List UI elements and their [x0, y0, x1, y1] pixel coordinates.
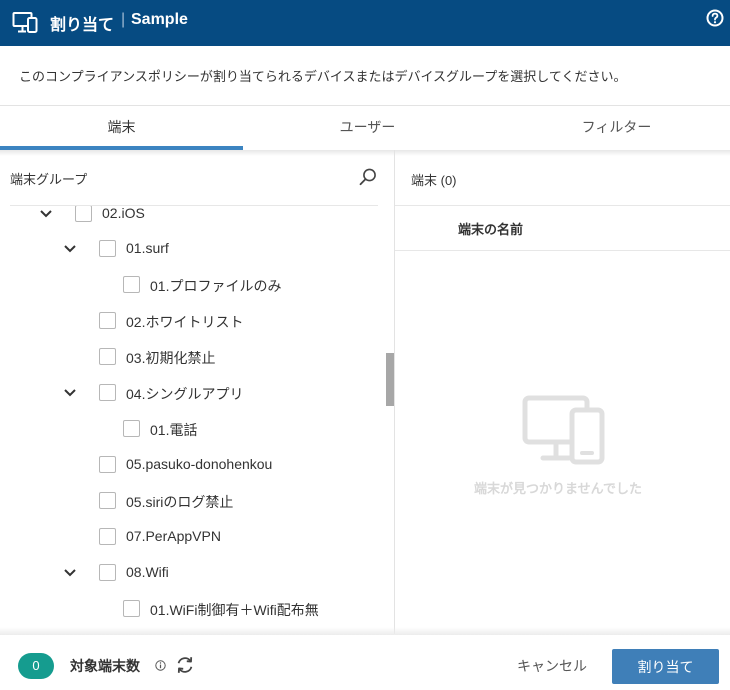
tab-devices[interactable]: 端末 — [0, 106, 243, 150]
tree-scrollbar[interactable] — [386, 353, 394, 406]
help-icon[interactable] — [706, 9, 724, 27]
chevron-down-icon[interactable] — [64, 245, 76, 253]
dialog-header: 割り当て | Sample — [0, 0, 730, 46]
policy-name: Sample — [131, 11, 188, 28]
device-group-title: 端末グループ — [10, 172, 88, 187]
divider — [395, 205, 730, 206]
monitor-icon — [12, 12, 38, 33]
tab-users[interactable]: ユーザー — [246, 106, 489, 150]
tree-checkbox[interactable] — [99, 492, 116, 509]
title-separator: | — [121, 11, 126, 28]
tree-checkbox[interactable] — [99, 384, 116, 401]
tree-item-label: 02.iOS — [102, 206, 145, 221]
tree-checkbox[interactable] — [99, 240, 116, 257]
dialog-title: 割り当て — [50, 17, 115, 34]
tree-item-label: 04.シングルアプリ — [126, 386, 244, 402]
info-icon[interactable] — [155, 660, 166, 671]
assign-button[interactable]: 割り当て — [612, 649, 719, 684]
tree-item-label: 07.PerAppVPN — [126, 528, 221, 544]
tree-checkbox[interactable] — [99, 528, 116, 545]
tree-checkbox[interactable] — [99, 564, 116, 581]
tree-checkbox[interactable] — [123, 276, 140, 293]
tree-item-label: 01.プロファイルのみ — [150, 278, 282, 294]
dialog-description: このコンプライアンスポリシーが割り当てられるデバイスまたはデバイスグループを選択… — [19, 69, 627, 84]
panel-divider — [394, 150, 395, 634]
chevron-down-icon[interactable] — [64, 569, 76, 577]
tree-checkbox[interactable] — [99, 348, 116, 365]
target-count-badge: 0 — [18, 653, 54, 679]
search-icon[interactable] — [358, 167, 378, 187]
tree-item-label: 01.surf — [126, 240, 169, 256]
refresh-icon[interactable] — [175, 655, 195, 675]
devices-empty-icon — [522, 395, 605, 465]
device-group-tree: 02.iOS 01.surf 01.プロファイルのみ 02.ホワイトリスト 03… — [0, 206, 380, 634]
tab-filters[interactable]: フィルター — [495, 106, 730, 150]
tree-item-label: 08.Wifi — [126, 564, 169, 580]
tree-checkbox[interactable] — [123, 600, 140, 617]
device-list-title: 端末 (0) — [411, 173, 457, 188]
device-name-column-header[interactable]: 端末の名前 — [458, 219, 523, 238]
empty-state-text: 端末が見つかりませんでした — [474, 481, 642, 496]
tree-item-label: 01.WiFi制御有＋Wifi配布無 — [150, 602, 319, 618]
tree-checkbox[interactable] — [99, 312, 116, 329]
tree-item-label: 02.ホワイトリスト — [126, 314, 244, 330]
chevron-down-icon[interactable] — [40, 210, 52, 218]
tab-bar: 端末 ユーザー フィルター — [0, 106, 730, 150]
tree-item-label: 03.初期化禁止 — [126, 350, 216, 366]
tree-item-label: 05.siriのログ禁止 — [126, 494, 234, 510]
footer-shadow — [0, 627, 730, 635]
tree-item-label: 05.pasuko-donohenkou — [126, 456, 273, 472]
target-count-label: 対象端末数 — [70, 658, 140, 674]
divider — [395, 250, 730, 251]
chevron-down-icon[interactable] — [64, 389, 76, 397]
tree-checkbox[interactable] — [123, 420, 140, 437]
cancel-button[interactable]: キャンセル — [506, 649, 598, 683]
tree-checkbox[interactable] — [99, 456, 116, 473]
tree-item-label: 01.電話 — [150, 422, 198, 438]
tree-checkbox[interactable] — [75, 206, 92, 222]
